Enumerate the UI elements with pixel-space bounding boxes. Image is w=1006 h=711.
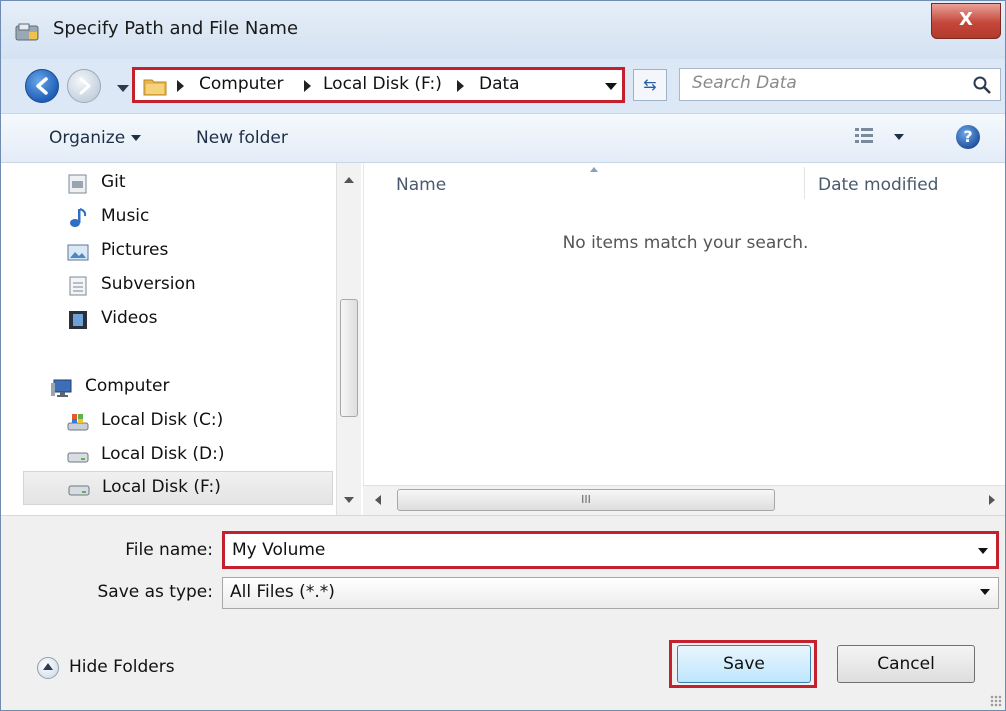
column-header-name[interactable]: Name [396,175,446,195]
drive-icon [67,452,89,463]
sidebar-item-git[interactable]: Git [1,167,331,201]
search-box[interactable]: Search Data [679,68,1001,101]
folder-icon [143,79,167,96]
sidebar-item-label: Local Disk (F:) [102,477,221,497]
sidebar-item-label: Git [101,172,126,192]
refresh-button[interactable]: ⇆ [633,69,667,101]
scrollbar-grip: III [581,493,591,506]
sidebar-item-label: Local Disk (C:) [101,410,224,430]
sidebar-item-label: Music [101,206,150,226]
scroll-right-icon[interactable] [989,495,995,505]
sidebar-item-label: Pictures [101,240,169,260]
breadcrumb-computer[interactable]: Computer [199,74,284,94]
sidebar-item-label: Subversion [101,274,196,294]
help-icon[interactable]: ? [956,125,980,149]
sort-ascending-icon [590,167,598,172]
file-name-dropdown-icon[interactable] [978,548,988,554]
music-icon [70,208,87,227]
hide-folders-icon[interactable] [37,657,59,679]
close-icon: X [959,9,973,30]
scroll-down-icon[interactable] [344,497,354,503]
forward-arrow-icon [79,77,91,95]
save-as-type-dropdown-icon[interactable] [980,589,990,595]
breadcrumb-separator-icon[interactable] [457,80,464,92]
navigation-pane-scrollbar[interactable] [336,163,361,515]
git-folder-icon [68,174,87,194]
scroll-left-icon[interactable] [375,495,381,505]
title-bar: Specify Path and File Name X [1,1,1005,59]
pictures-icon [67,244,89,261]
sidebar-item-pictures[interactable]: Pictures [1,235,331,269]
forward-button[interactable] [67,69,101,103]
sidebar-item-label: Local Disk (D:) [101,444,225,464]
hide-folders-button[interactable]: Hide Folders [69,657,175,677]
organize-label: Organize [49,128,126,148]
breadcrumb-data[interactable]: Data [479,74,520,94]
change-view-icon[interactable] [853,125,875,147]
sidebar-item-local-disk-c[interactable]: Local Disk (C:) [1,405,331,439]
dialog-title: Specify Path and File Name [53,18,299,39]
chevron-down-icon [131,135,142,141]
save-dialog: Specify Path and File Name X Computer Lo… [0,0,1006,711]
sidebar-item-label: Videos [101,308,158,328]
sidebar-item-local-disk-f[interactable]: Local Disk (F:) [23,471,333,505]
save-as-type-label: Save as type: [97,582,213,602]
save-button[interactable]: Save [677,645,811,683]
column-header-date-modified[interactable]: Date modified [818,175,938,195]
breadcrumb-separator-icon[interactable] [304,80,311,92]
scrollbar-thumb[interactable]: III [397,489,775,511]
search-placeholder: Search Data [692,73,797,93]
file-name-label: File name: [125,540,213,560]
search-icon[interactable] [972,75,992,95]
computer-icon [51,379,72,397]
save-as-type-select[interactable]: All Files (*.*) [222,577,999,609]
recent-pages-dropdown-icon[interactable] [117,85,129,92]
refresh-icon: ⇆ [643,75,657,94]
column-divider[interactable] [804,167,805,199]
drive-icon [68,485,90,496]
sidebar-item-music[interactable]: Music [1,201,331,235]
sidebar-item-videos[interactable]: Videos [1,303,331,337]
address-dropdown-icon[interactable] [605,83,617,90]
sidebar-item-local-disk-d[interactable]: Local Disk (D:) [1,439,331,473]
subversion-icon [69,276,87,296]
address-bar[interactable]: Computer Local Disk (F:) Data [132,67,625,103]
dialog-app-icon [15,23,39,41]
close-button[interactable]: X [931,3,1001,39]
resize-grip-icon[interactable] [990,695,1002,707]
navigation-pane: Git Music Pictures Subversion Videos Com… [1,163,363,515]
breadcrumb-separator-icon[interactable] [177,80,184,92]
file-list-pane: Name Date modified No items match your s… [363,163,1005,515]
organize-menu[interactable]: Organize [49,128,142,148]
sidebar-item-computer[interactable]: Computer [1,371,331,405]
file-list-horizontal-scrollbar[interactable]: III [363,485,1005,515]
videos-icon [69,311,87,329]
scroll-up-icon[interactable] [344,177,354,183]
new-folder-button[interactable]: New folder [196,128,288,148]
sidebar-item-label: Computer [85,376,170,396]
sidebar-item-subversion[interactable]: Subversion [1,269,331,303]
breadcrumb-local-disk-f[interactable]: Local Disk (F:) [323,74,442,94]
file-name-input[interactable]: My Volume [222,531,999,569]
drive-c-icon [67,414,89,431]
view-options-dropdown-icon[interactable] [894,134,904,140]
file-name-value: My Volume [232,540,326,560]
save-as-type-value: All Files (*.*) [230,582,335,602]
back-arrow-icon [36,77,48,95]
scrollbar-thumb[interactable] [340,299,358,417]
back-button[interactable] [25,69,59,103]
cancel-button[interactable]: Cancel [837,645,975,683]
empty-results-message: No items match your search. [562,233,809,253]
